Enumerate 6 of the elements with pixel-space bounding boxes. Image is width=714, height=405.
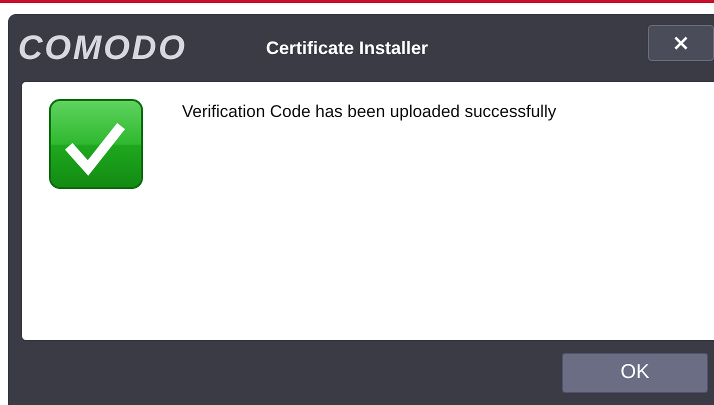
message-text: Verification Code has been uploaded successfully xyxy=(182,102,556,122)
logo-text: COMODO xyxy=(18,28,188,68)
check-icon xyxy=(48,98,144,190)
window-title: Certificate Installer xyxy=(266,38,430,58)
close-button[interactable]: × xyxy=(648,25,714,61)
ok-button[interactable]: OK xyxy=(562,352,708,392)
